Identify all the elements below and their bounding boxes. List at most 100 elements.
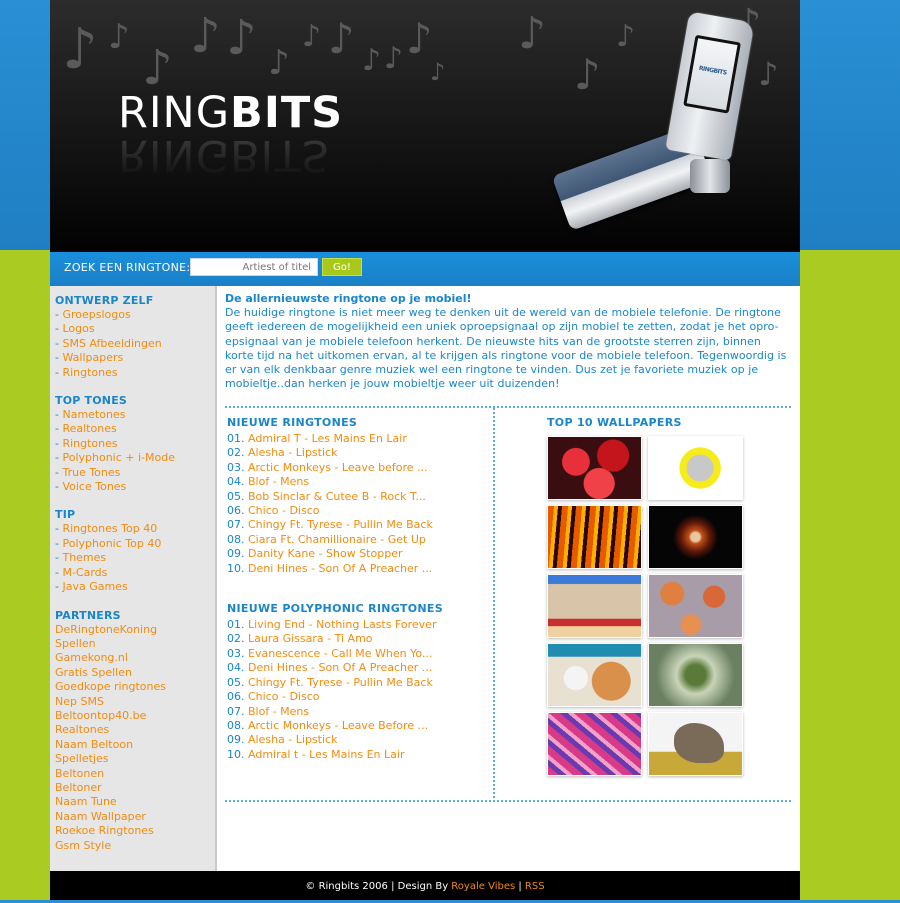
item-number: 04. — [227, 661, 245, 675]
sidebar-item: - SMS Afbeeldingen — [55, 337, 215, 351]
polyphonic-link[interactable]: Deni Hines - Son Of A Preacher ... — [248, 661, 432, 674]
partner-link[interactable]: Goedkope ringtones — [55, 680, 166, 693]
sidebar-link[interactable]: Groepslogos — [62, 308, 130, 321]
partner-link[interactable]: Spelletjes — [55, 752, 108, 765]
item-number: 08. — [227, 718, 245, 732]
polyphonic-link[interactable]: Blof - Mens — [248, 705, 309, 718]
sidebar-heading: ONTWERP ZELF — [55, 294, 154, 307]
sidebar-link[interactable]: M-Cards — [62, 566, 107, 579]
ringtone-item: 08. Ciara Ft. Chamillionaire - Get Up — [227, 533, 493, 547]
sidebar-link[interactable]: Realtones — [62, 422, 116, 435]
sidebar-item: - M-Cards — [55, 566, 215, 580]
partner-link[interactable]: Nep SMS — [55, 695, 104, 708]
partner-link[interactable]: Gsm Style — [55, 839, 111, 852]
partner-link[interactable]: Naam Tune — [55, 795, 117, 808]
sidebar-link[interactable]: SMS Afbeeldingen — [62, 337, 161, 350]
wallpaper-thumb-cartoon-cats[interactable] — [547, 643, 642, 707]
music-note-icon: ♪ — [430, 58, 446, 86]
partner-link[interactable]: Beltonen — [55, 767, 104, 780]
sidebar-list: - Groepslogos - Logos - SMS Afbeeldingen… — [55, 308, 215, 380]
sidebar-link[interactable]: Java Games — [62, 580, 127, 593]
partner-item: Beltoontop40.be — [55, 709, 215, 723]
partner-link[interactable]: DeRingtoneKoning — [55, 623, 157, 636]
polyphonic-item: 07. Blof - Mens — [227, 705, 493, 719]
ringtone-link[interactable]: Danity Kane - Show Stopper — [248, 547, 402, 560]
polyphonic-link[interactable]: Arctic Monkeys - Leave Before ... — [248, 719, 428, 732]
sidebar-link[interactable]: True Tones — [62, 466, 120, 479]
partner-link[interactable]: Beltoontop40.be — [55, 709, 146, 722]
partner-link[interactable]: Gratis Spellen — [55, 666, 132, 679]
partner-link[interactable]: Naam Beltoon — [55, 738, 133, 751]
sidebar-link[interactable]: Themes — [62, 551, 106, 564]
ringtone-link[interactable]: Ciara Ft. Chamillionaire - Get Up — [248, 533, 426, 546]
sidebar-item: - Java Games — [55, 580, 215, 594]
sidebar-link[interactable]: Nametones — [62, 408, 125, 421]
ringtone-link[interactable]: Deni Hines - Son Of A Preacher ... — [248, 562, 432, 575]
partner-link[interactable]: Spellen — [55, 637, 96, 650]
polyphonic-link[interactable]: Evanescence - Call Me When Yo... — [248, 647, 432, 660]
polyphonic-link[interactable]: Laura Gissara - Ti Amo — [248, 632, 373, 645]
wallpaper-thumb-abstract-pink-purple[interactable] — [547, 712, 642, 776]
search-go-button[interactable]: Go! — [322, 258, 362, 276]
ringtone-link[interactable]: Bob Sinclar & Cutee B - Rock T... — [248, 490, 426, 503]
wallpaper-thumb-bullring[interactable] — [547, 574, 642, 638]
partner-link[interactable]: Roekoe Ringtones — [55, 824, 154, 837]
polyphonic-link[interactable]: Chingy Ft. Tyrese - Pullin Me Back — [248, 676, 433, 689]
ringtone-link[interactable]: Alesha - Lipstick — [248, 446, 337, 459]
partner-link[interactable]: Gamekong.nl — [55, 651, 128, 664]
wallpaper-grid — [547, 436, 791, 776]
sidebar-link[interactable]: Ringtones Top 40 — [62, 522, 157, 535]
polyphonic-link[interactable]: Chico - Disco — [248, 690, 319, 703]
music-note-icon: ♪ — [302, 19, 322, 54]
wallpaper-thumb-pineapples[interactable] — [648, 574, 743, 638]
wallpaper-thumb-cannabis-leaf[interactable] — [648, 643, 743, 707]
music-note-icon: ♪ — [518, 8, 547, 59]
item-number: 10. — [227, 561, 245, 575]
sidebar-link[interactable]: Ringtones — [62, 366, 117, 379]
search-bar: ZOEK EEN RINGTONE: Go! — [50, 250, 800, 286]
sidebar-link[interactable]: Ringtones — [62, 437, 117, 450]
ringtone-link[interactable]: Admiral T - Les Mains En Lair — [248, 432, 407, 445]
wallpaper-thumb-nebula[interactable] — [648, 505, 743, 569]
wallpaper-thumb-reading-brain-cartoon[interactable] — [648, 436, 743, 500]
partner-link[interactable]: Realtones — [55, 723, 109, 736]
sidebar-link[interactable]: Voice Tones — [62, 480, 126, 493]
sidebar-item: - Voice Tones — [55, 480, 215, 494]
sidebar-item: - Themes — [55, 551, 215, 565]
ringtone-link[interactable]: Chingy Ft. Tyrese - Pullin Me Back — [248, 518, 433, 531]
sidebar-link[interactable]: Wallpapers — [62, 351, 123, 364]
page-wrapper: ♪ ♪ ♪ ♪ ♪ ♪ ♪ ♪ ♪ ♪ ♪ ♪ ♪ ♪ ♪ ♪ ♪ RINGBI… — [50, 0, 800, 900]
sidebar-section-tip: TIP - Ringtones Top 40 - Polyphonic Top … — [55, 508, 215, 594]
sidebar-link[interactable]: Logos — [62, 322, 94, 335]
polyphonic-item: 02. Laura Gissara - Ti Amo — [227, 632, 493, 646]
polyphonic-link[interactable]: Living End - Nothing Lasts Forever — [248, 618, 436, 631]
ringtone-link[interactable]: Blof - Mens — [248, 475, 309, 488]
partner-item: Gamekong.nl — [55, 651, 215, 665]
sidebar-item: - Groepslogos — [55, 308, 215, 322]
ringtone-item: 04. Blof - Mens — [227, 475, 493, 489]
polyphonic-link[interactable]: Admiral t - Les Mains En Lair — [248, 748, 404, 761]
footer-designer-link[interactable]: Royale Vibes — [451, 881, 515, 892]
polyphonic-item: 04. Deni Hines - Son Of A Preacher ... — [227, 661, 493, 675]
sidebar-link[interactable]: Polyphonic + i-Mode — [62, 451, 175, 464]
ringtone-link[interactable]: Arctic Monkeys - Leave before ... — [248, 461, 428, 474]
partner-link[interactable]: Naam Wallpaper — [55, 810, 146, 823]
footer-rss-link[interactable]: RSS — [525, 881, 545, 892]
partner-item: Gsm Style — [55, 839, 215, 853]
sidebar-section-top-tones: TOP TONES - Nametones - Realtones - Ring… — [55, 394, 215, 494]
phone-lid: RINGBITS — [665, 11, 755, 161]
wallpaper-thumb-flames[interactable] — [547, 505, 642, 569]
wallpaper-thumb-strawberries[interactable] — [547, 436, 642, 500]
ringtone-item: 05. Bob Sinclar & Cutee B - Rock T... — [227, 490, 493, 504]
top-wallpapers-section: TOP 10 WALLPAPERS — [545, 408, 791, 776]
partner-item: Naam Wallpaper — [55, 810, 215, 824]
search-input[interactable] — [190, 258, 318, 276]
ringtone-item: 10. Deni Hines - Son Of A Preacher ... — [227, 562, 493, 576]
wallpaper-thumb-dinosaur[interactable] — [648, 712, 743, 776]
ringtone-link[interactable]: Chico - Disco — [248, 504, 319, 517]
sidebar-link[interactable]: Polyphonic Top 40 — [62, 537, 161, 550]
polyphonic-link[interactable]: Alesha - Lipstick — [248, 733, 337, 746]
partner-link[interactable]: Beltoner — [55, 781, 102, 794]
sidebar: ONTWERP ZELF - Groepslogos - Logos - SMS… — [50, 286, 217, 871]
polyphonic-item: 08. Arctic Monkeys - Leave Before ... — [227, 719, 493, 733]
